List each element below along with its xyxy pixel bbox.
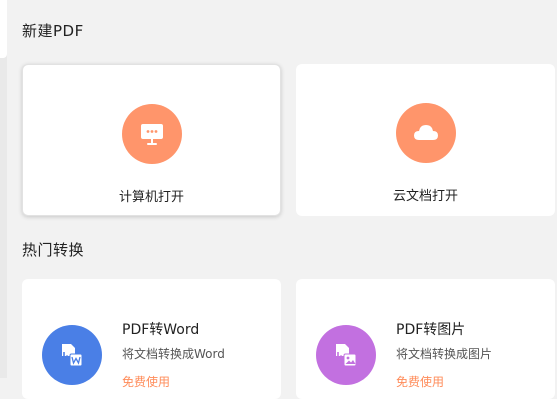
pdf-to-word-title: PDF转Word [122,322,200,338]
pdf-to-word-card[interactable]: PDF转Word 将文档转换成Word 免费使用 [22,279,281,399]
pdf-to-image-title: PDF转图片 [396,322,466,338]
sidebar-edge-top [0,0,7,58]
pdf-to-word-free-tag: 免费使用 [122,375,171,389]
pdf-to-word-desc: 将文档转换成Word [122,347,225,361]
section-title-hot-convert: 热门转换 [22,241,85,259]
open-from-cloud-card[interactable]: 云文档打开 [296,64,555,216]
pdf-to-image-free-tag: 免费使用 [396,375,445,389]
cloud-icon [396,103,456,163]
pdf-to-image-desc: 将文档转换成图片 [396,347,493,361]
open-from-computer-label: 计算机打开 [118,190,184,205]
open-from-computer-card[interactable]: 计算机打开 [22,64,281,216]
pdf-to-word-icon [42,325,102,385]
computer-monitor-icon [122,104,182,164]
open-from-cloud-label: 云文档打开 [392,189,458,204]
section-title-new-pdf: 新建PDF [22,22,84,40]
sidebar-edge [0,0,7,378]
pdf-to-image-icon [316,325,376,385]
pdf-to-image-card[interactable]: PDF转图片 将文档转换成图片 免费使用 [296,279,555,399]
